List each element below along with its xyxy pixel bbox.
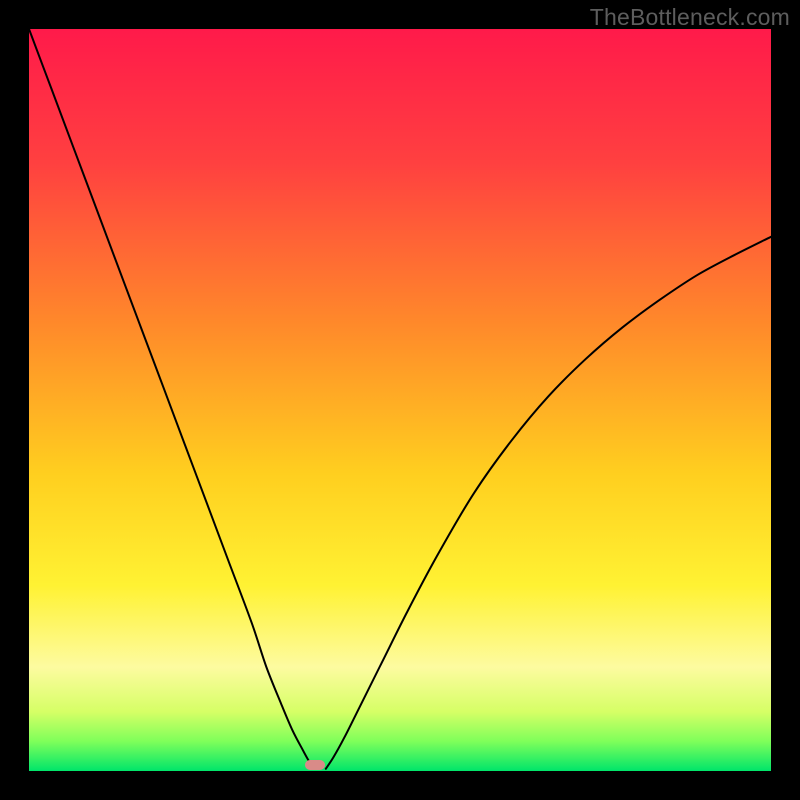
watermark-text: TheBottleneck.com	[590, 4, 790, 31]
optimum-marker	[305, 760, 325, 770]
curve-right-branch	[326, 237, 771, 769]
bottleneck-curve	[29, 29, 771, 771]
chart-frame: TheBottleneck.com	[0, 0, 800, 800]
curve-left-branch	[29, 29, 314, 769]
